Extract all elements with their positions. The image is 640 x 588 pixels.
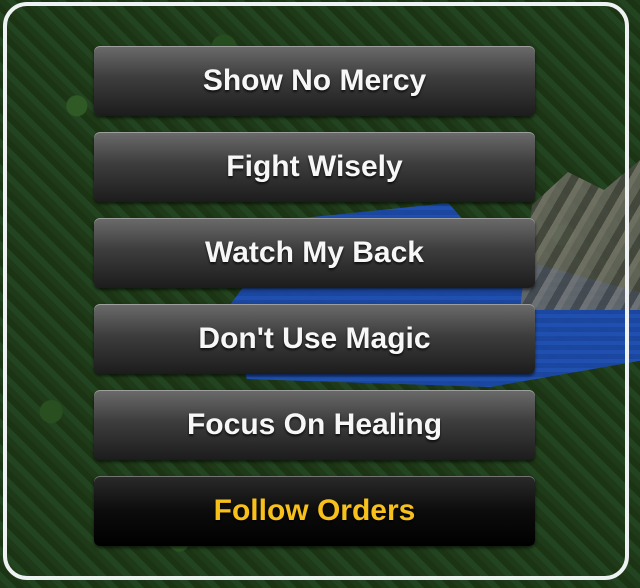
tactic-fight-wisely-button[interactable]: Fight Wisely [94,132,535,202]
tactic-focus-on-healing-button[interactable]: Focus On Healing [94,390,535,460]
tactic-dont-use-magic-button[interactable]: Don't Use Magic [94,304,535,374]
tactic-follow-orders-button[interactable]: Follow Orders [94,476,535,546]
tactic-show-no-mercy-button[interactable]: Show No Mercy [94,46,535,116]
game-scene: Show No Mercy Fight Wisely Watch My Back… [0,0,640,588]
tactic-watch-my-back-button[interactable]: Watch My Back [94,218,535,288]
tactics-menu: Show No Mercy Fight Wisely Watch My Back… [94,46,535,546]
